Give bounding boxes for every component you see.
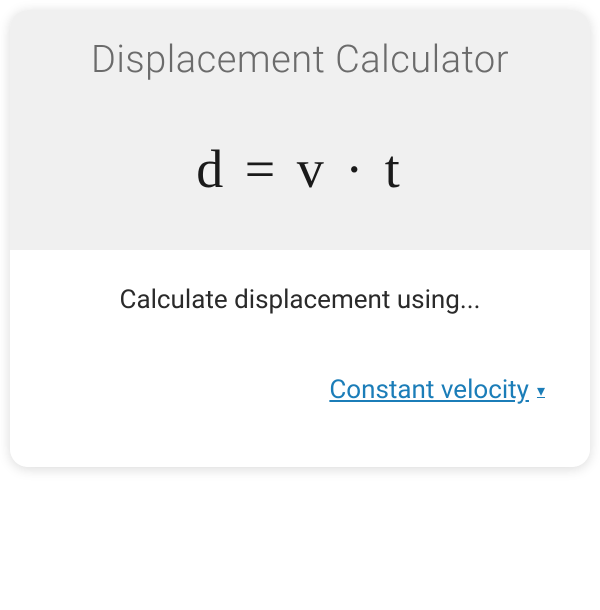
formula-expression: d = v · t bbox=[40, 138, 560, 200]
method-selector[interactable]: Constant velocity ▾ bbox=[329, 375, 545, 407]
calculator-card: Displacement Calculator d = v · t Calcul… bbox=[10, 10, 590, 467]
chevron-down-icon: ▾ bbox=[537, 381, 545, 400]
body-section: Calculate displacement using... Constant… bbox=[10, 250, 590, 467]
prompt-text: Calculate displacement using... bbox=[40, 285, 560, 315]
card-header: Displacement Calculator bbox=[10, 10, 590, 98]
selector-row: Constant velocity ▾ bbox=[40, 375, 560, 407]
formula-panel: d = v · t bbox=[10, 98, 590, 250]
selector-label: Constant velocity bbox=[329, 375, 529, 405]
page-title: Displacement Calculator bbox=[40, 38, 560, 82]
